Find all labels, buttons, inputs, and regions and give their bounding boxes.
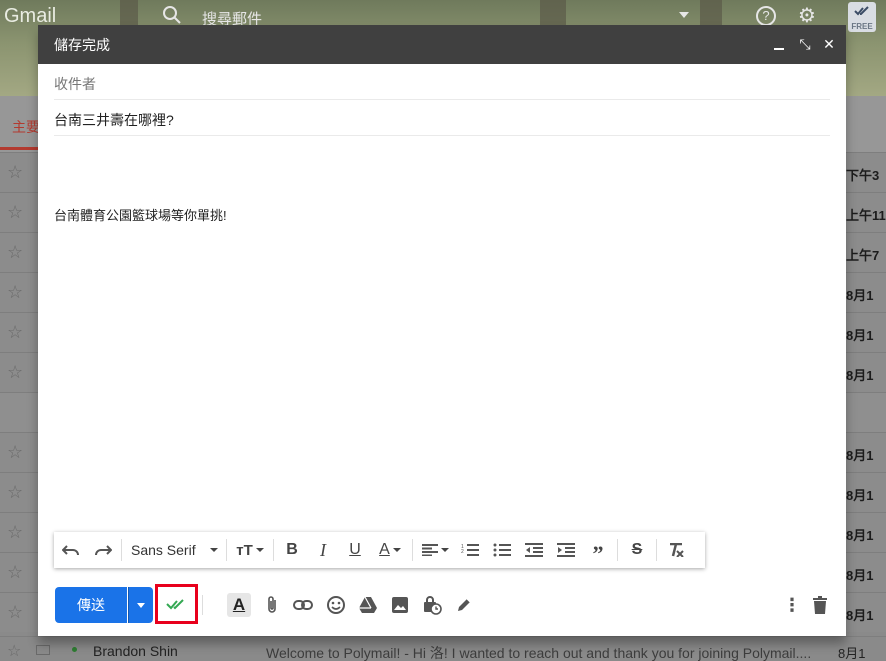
star-icon[interactable]: ☆	[7, 202, 23, 223]
row-date: 8月1	[846, 568, 874, 583]
remove-formatting-icon[interactable]	[660, 532, 692, 568]
exit-fullscreen-icon[interactable]: ⤡	[798, 36, 812, 53]
gear-icon[interactable]: ⚙	[798, 5, 820, 27]
star-icon[interactable]: ☆	[7, 641, 21, 661]
svg-text:2: 2	[461, 549, 464, 555]
star-icon[interactable]: ☆	[7, 362, 23, 383]
row-date: 8月1	[846, 608, 874, 623]
message-body[interactable]: 台南體育公園籃球場等你單挑!	[54, 205, 227, 224]
tab-primary[interactable]: 主要	[12, 117, 40, 137]
subject-field[interactable]: 台南三井壽在哪裡?	[54, 100, 830, 136]
signature-pen-icon[interactable]	[452, 593, 476, 617]
compose-actions-bar: 傳送 A ⋮	[38, 584, 846, 624]
compose-window: 儲存完成 ⤡ ✕ 收件者 台南三井壽在哪裡? 台南體育公園籃球場等你單挑! Sa…	[38, 25, 846, 636]
row-date: 8月1	[846, 368, 874, 383]
redo-icon[interactable]	[88, 532, 118, 568]
row-date: 8月1	[846, 288, 874, 303]
row-date: 8月1	[838, 646, 866, 661]
star-icon[interactable]: ☆	[7, 162, 23, 183]
emoji-icon[interactable]	[324, 593, 348, 617]
align-icon[interactable]	[416, 532, 454, 568]
undo-icon[interactable]	[54, 532, 88, 568]
indent-more-icon[interactable]	[550, 532, 582, 568]
drive-icon[interactable]	[356, 593, 380, 617]
polymail-tracking-button[interactable]	[155, 584, 198, 624]
send-button[interactable]: 傳送	[55, 587, 127, 623]
compose-title: 儲存完成	[54, 36, 110, 53]
quote-icon[interactable]: ”	[582, 532, 614, 568]
table-row[interactable]: ☆ Brandon Shin Welcome to Polymail! - Hi…	[0, 636, 886, 661]
italic-icon[interactable]: I	[307, 532, 339, 568]
star-icon[interactable]: ☆	[7, 522, 23, 543]
row-date: 8月1	[846, 488, 874, 503]
recipients-field[interactable]: 收件者	[54, 64, 830, 100]
close-icon[interactable]: ✕	[822, 36, 836, 53]
row-date: 8月1	[846, 528, 874, 543]
row-date: 上午11	[846, 208, 886, 223]
indent-less-icon[interactable]	[518, 532, 550, 568]
free-badge: FREE	[851, 22, 873, 31]
photo-icon[interactable]	[388, 593, 412, 617]
attach-icon[interactable]	[260, 593, 284, 617]
text-color-icon[interactable]: A	[371, 532, 409, 568]
formatting-toolbar: Sans Serif тT B I U A 12 ” S	[54, 532, 705, 568]
strikethrough-icon[interactable]: S	[621, 532, 653, 568]
tab-indicator	[0, 147, 38, 150]
chevron-down-icon	[137, 602, 145, 608]
trash-icon[interactable]	[808, 593, 832, 617]
link-icon[interactable]	[291, 593, 315, 617]
star-icon[interactable]: ☆	[7, 442, 23, 463]
numbered-list-icon[interactable]: 12	[454, 532, 486, 568]
row-date: 8月1	[846, 328, 874, 343]
search-icon[interactable]	[162, 5, 182, 25]
star-icon[interactable]: ☆	[7, 602, 23, 623]
bulleted-list-icon[interactable]	[486, 532, 518, 568]
star-icon[interactable]: ☆	[7, 562, 23, 583]
more-options-icon[interactable]: ⋮	[780, 593, 804, 617]
search-options-icon[interactable]	[679, 12, 689, 18]
font-name: Sans Serif	[131, 542, 196, 558]
star-icon[interactable]: ☆	[7, 322, 23, 343]
unread-dot-icon	[72, 647, 77, 652]
star-icon[interactable]: ☆	[7, 242, 23, 263]
email-snippet: Welcome to Polymail! - Hi 洛! I wanted to…	[266, 645, 812, 661]
send-options-button[interactable]	[128, 587, 153, 623]
star-icon[interactable]: ☆	[7, 282, 23, 303]
underline-icon[interactable]: U	[339, 532, 371, 568]
text-size-icon[interactable]: тT	[230, 532, 270, 568]
importance-icon[interactable]	[36, 645, 50, 655]
compose-title-bar[interactable]: 儲存完成 ⤡ ✕	[38, 25, 846, 64]
confidential-mode-icon[interactable]	[420, 593, 444, 617]
formatting-options-icon[interactable]: A	[227, 593, 251, 617]
double-check-icon	[165, 599, 184, 610]
help-icon[interactable]: ?	[756, 6, 776, 26]
sender-name: Brandon Shin	[93, 643, 178, 659]
bold-icon[interactable]: B	[277, 532, 307, 568]
font-select[interactable]: Sans Serif	[125, 532, 223, 568]
minimize-icon[interactable]	[774, 40, 788, 50]
polymail-extension-icon[interactable]: FREE	[848, 2, 876, 32]
row-date: 下午3	[846, 168, 880, 183]
row-date: 上午7	[846, 248, 880, 263]
star-icon[interactable]: ☆	[7, 482, 23, 503]
row-date: 8月1	[846, 448, 874, 463]
